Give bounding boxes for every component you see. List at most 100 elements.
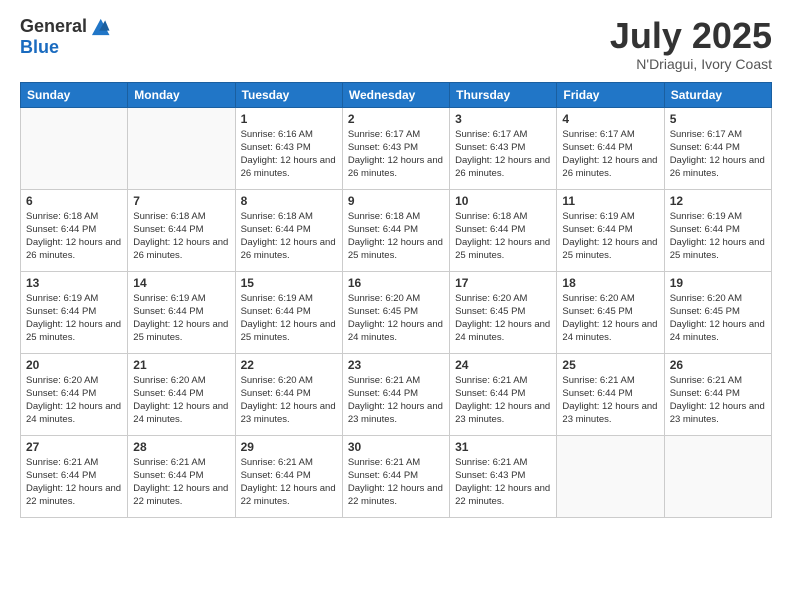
page: General Blue July 2025 N'Driagui, Ivory … [0, 0, 792, 612]
calendar-cell: 21 Sunrise: 6:20 AM Sunset: 6:44 PM Dayli… [128, 353, 235, 435]
day-number: 31 [455, 440, 551, 454]
calendar-cell [128, 107, 235, 189]
day-number: 28 [133, 440, 229, 454]
calendar-week-2: 6 Sunrise: 6:18 AM Sunset: 6:44 PM Daylig… [21, 189, 772, 271]
day-number: 10 [455, 194, 551, 208]
day-number: 29 [241, 440, 337, 454]
day-info: Sunrise: 6:19 AM Sunset: 6:44 PM Dayligh… [670, 210, 766, 263]
day-number: 8 [241, 194, 337, 208]
day-number: 3 [455, 112, 551, 126]
day-number: 7 [133, 194, 229, 208]
calendar-cell: 30 Sunrise: 6:21 AM Sunset: 6:44 PM Dayli… [342, 435, 449, 517]
calendar-cell: 13 Sunrise: 6:19 AM Sunset: 6:44 PM Dayli… [21, 271, 128, 353]
logo-blue-text: Blue [20, 37, 59, 57]
day-info: Sunrise: 6:19 AM Sunset: 6:44 PM Dayligh… [133, 292, 229, 345]
day-info: Sunrise: 6:20 AM Sunset: 6:44 PM Dayligh… [26, 374, 122, 427]
day-info: Sunrise: 6:17 AM Sunset: 6:43 PM Dayligh… [348, 128, 444, 181]
day-number: 24 [455, 358, 551, 372]
calendar-table: SundayMondayTuesdayWednesdayThursdayFrid… [20, 82, 772, 518]
calendar-cell: 16Sunrise: 6:20 AM Sunset: 6:45 PM Dayli… [342, 271, 449, 353]
calendar-cell: 24 Sunrise: 6:21 AM Sunset: 6:44 PM Dayli… [450, 353, 557, 435]
day-info: Sunrise: 6:20 AM Sunset: 6:45 PM Dayligh… [562, 292, 658, 345]
calendar-week-1: 1 Sunrise: 6:16 AM Sunset: 6:43 PM Daylig… [21, 107, 772, 189]
day-info: Sunrise: 6:19 AM Sunset: 6:44 PM Dayligh… [241, 292, 337, 345]
day-number: 12 [670, 194, 766, 208]
day-info: Sunrise: 6:21 AM Sunset: 6:44 PM Dayligh… [241, 456, 337, 509]
day-number: 13 [26, 276, 122, 290]
day-number: 4 [562, 112, 658, 126]
calendar-cell: 25 Sunrise: 6:21 AM Sunset: 6:44 PM Dayli… [557, 353, 664, 435]
day-number: 1 [241, 112, 337, 126]
calendar-cell: 5Sunrise: 6:17 AM Sunset: 6:44 PM Daylig… [664, 107, 771, 189]
day-info: Sunrise: 6:20 AM Sunset: 6:45 PM Dayligh… [455, 292, 551, 345]
day-number: 5 [670, 112, 766, 126]
calendar-cell: 20 Sunrise: 6:20 AM Sunset: 6:44 PM Dayli… [21, 353, 128, 435]
day-info: Sunrise: 6:18 AM Sunset: 6:44 PM Dayligh… [133, 210, 229, 263]
calendar-cell [664, 435, 771, 517]
calendar-cell: 4Sunrise: 6:17 AM Sunset: 6:44 PM Daylig… [557, 107, 664, 189]
day-number: 6 [26, 194, 122, 208]
day-info: Sunrise: 6:18 AM Sunset: 6:44 PM Dayligh… [241, 210, 337, 263]
day-info: Sunrise: 6:21 AM Sunset: 6:44 PM Dayligh… [455, 374, 551, 427]
day-number: 23 [348, 358, 444, 372]
day-info: Sunrise: 6:21 AM Sunset: 6:44 PM Dayligh… [348, 374, 444, 427]
day-info: Sunrise: 6:18 AM Sunset: 6:44 PM Dayligh… [455, 210, 551, 263]
calendar-cell: 22 Sunrise: 6:20 AM Sunset: 6:44 PM Dayli… [235, 353, 342, 435]
calendar-cell: 8 Sunrise: 6:18 AM Sunset: 6:44 PM Daylig… [235, 189, 342, 271]
day-number: 15 [241, 276, 337, 290]
calendar-cell: 11Sunrise: 6:19 AM Sunset: 6:44 PM Dayli… [557, 189, 664, 271]
calendar-cell: 31 Sunrise: 6:21 AM Sunset: 6:43 PM Dayli… [450, 435, 557, 517]
day-info: Sunrise: 6:21 AM Sunset: 6:44 PM Dayligh… [562, 374, 658, 427]
day-info: Sunrise: 6:20 AM Sunset: 6:44 PM Dayligh… [241, 374, 337, 427]
weekday-header-sunday: Sunday [21, 82, 128, 107]
day-info: Sunrise: 6:16 AM Sunset: 6:43 PM Dayligh… [241, 128, 337, 181]
weekday-header-thursday: Thursday [450, 82, 557, 107]
day-info: Sunrise: 6:20 AM Sunset: 6:45 PM Dayligh… [670, 292, 766, 345]
day-info: Sunrise: 6:21 AM Sunset: 6:44 PM Dayligh… [133, 456, 229, 509]
day-number: 17 [455, 276, 551, 290]
day-number: 25 [562, 358, 658, 372]
calendar-week-5: 27 Sunrise: 6:21 AM Sunset: 6:44 PM Dayli… [21, 435, 772, 517]
day-number: 26 [670, 358, 766, 372]
calendar-cell: 1 Sunrise: 6:16 AM Sunset: 6:43 PM Daylig… [235, 107, 342, 189]
calendar-cell: 2Sunrise: 6:17 AM Sunset: 6:43 PM Daylig… [342, 107, 449, 189]
day-info: Sunrise: 6:19 AM Sunset: 6:44 PM Dayligh… [26, 292, 122, 345]
calendar-cell: 27Sunrise: 6:21 AM Sunset: 6:44 PM Dayli… [21, 435, 128, 517]
calendar-cell: 10 Sunrise: 6:18 AM Sunset: 6:44 PM Dayli… [450, 189, 557, 271]
day-info: Sunrise: 6:20 AM Sunset: 6:44 PM Dayligh… [133, 374, 229, 427]
day-number: 21 [133, 358, 229, 372]
day-number: 22 [241, 358, 337, 372]
day-number: 27 [26, 440, 122, 454]
calendar-week-3: 13 Sunrise: 6:19 AM Sunset: 6:44 PM Dayli… [21, 271, 772, 353]
calendar-cell: 17 Sunrise: 6:20 AM Sunset: 6:45 PM Dayli… [450, 271, 557, 353]
calendar-cell: 12 Sunrise: 6:19 AM Sunset: 6:44 PM Dayli… [664, 189, 771, 271]
calendar-cell: 23 Sunrise: 6:21 AM Sunset: 6:44 PM Dayli… [342, 353, 449, 435]
day-info: Sunrise: 6:17 AM Sunset: 6:43 PM Dayligh… [455, 128, 551, 181]
calendar-cell: 3 Sunrise: 6:17 AM Sunset: 6:43 PM Daylig… [450, 107, 557, 189]
day-number: 20 [26, 358, 122, 372]
calendar-cell: 6Sunrise: 6:18 AM Sunset: 6:44 PM Daylig… [21, 189, 128, 271]
logo: General Blue [20, 16, 111, 58]
weekday-header-tuesday: Tuesday [235, 82, 342, 107]
title-block: July 2025 N'Driagui, Ivory Coast [610, 16, 772, 72]
day-number: 18 [562, 276, 658, 290]
day-info: Sunrise: 6:21 AM Sunset: 6:44 PM Dayligh… [348, 456, 444, 509]
calendar-cell: 9Sunrise: 6:18 AM Sunset: 6:44 PM Daylig… [342, 189, 449, 271]
day-number: 30 [348, 440, 444, 454]
calendar-week-4: 20 Sunrise: 6:20 AM Sunset: 6:44 PM Dayli… [21, 353, 772, 435]
calendar-cell [557, 435, 664, 517]
day-info: Sunrise: 6:19 AM Sunset: 6:44 PM Dayligh… [562, 210, 658, 263]
weekday-header-monday: Monday [128, 82, 235, 107]
calendar-cell: 29 Sunrise: 6:21 AM Sunset: 6:44 PM Dayli… [235, 435, 342, 517]
weekday-header-row: SundayMondayTuesdayWednesdayThursdayFrid… [21, 82, 772, 107]
calendar-cell: 19 Sunrise: 6:20 AM Sunset: 6:45 PM Dayli… [664, 271, 771, 353]
month-title: July 2025 [610, 16, 772, 56]
day-info: Sunrise: 6:21 AM Sunset: 6:43 PM Dayligh… [455, 456, 551, 509]
day-number: 14 [133, 276, 229, 290]
logo-icon [89, 16, 111, 38]
location-subtitle: N'Driagui, Ivory Coast [610, 56, 772, 72]
day-number: 19 [670, 276, 766, 290]
calendar-cell: 28 Sunrise: 6:21 AM Sunset: 6:44 PM Dayli… [128, 435, 235, 517]
calendar-cell: 14 Sunrise: 6:19 AM Sunset: 6:44 PM Dayli… [128, 271, 235, 353]
calendar-cell [21, 107, 128, 189]
